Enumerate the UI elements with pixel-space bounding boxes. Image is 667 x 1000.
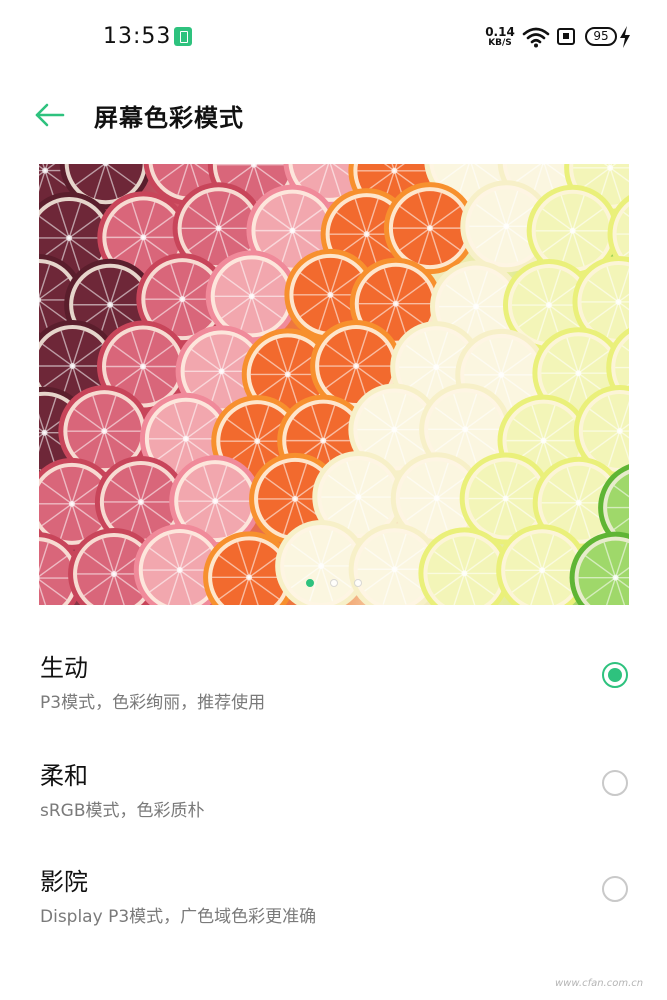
radio-unselected-icon[interactable] — [602, 876, 628, 902]
watermark: www.cfan.com.cn — [555, 978, 644, 989]
option-title: 生动 — [40, 654, 88, 682]
status-bar: 13:53 0.14 KB/S 95 — [0, 0, 667, 76]
mode-option-cinema[interactable]: 影院 Display P3模式，广色域色彩更准确 — [0, 862, 667, 962]
sim-icon — [557, 28, 575, 45]
option-title: 影院 — [40, 868, 88, 896]
option-description: P3模式，色彩绚丽，推荐使用 — [40, 693, 266, 713]
citrus-slices-photo — [39, 164, 629, 605]
wifi-icon — [522, 27, 550, 48]
option-description: sRGB模式，色彩质朴 — [40, 801, 205, 821]
network-speed-value: 0.14 — [485, 25, 515, 39]
network-speed: 0.14 KB/S — [484, 26, 516, 48]
pager-dot-1[interactable] — [306, 579, 314, 587]
page-title: 屏幕色彩模式 — [94, 104, 244, 132]
option-description: Display P3模式，广色域色彩更准确 — [40, 907, 317, 927]
radio-selected-icon[interactable] — [602, 662, 628, 688]
image-pager — [39, 572, 629, 591]
mode-option-gentle[interactable]: 柔和 sRGB模式，色彩质朴 — [0, 756, 667, 856]
mode-option-vivid[interactable]: 生动 P3模式，色彩绚丽，推荐使用 — [0, 648, 667, 748]
option-title: 柔和 — [40, 762, 88, 790]
battery-icon: 95 — [585, 27, 617, 46]
radio-unselected-icon[interactable] — [602, 770, 628, 796]
pager-dot-3[interactable] — [354, 579, 362, 587]
battery-saver-icon — [174, 27, 192, 46]
status-time: 13:53 — [103, 24, 172, 49]
charging-icon — [620, 26, 630, 48]
network-speed-unit: KB/S — [488, 38, 512, 48]
back-arrow-icon[interactable] — [34, 100, 66, 130]
app-header: 屏幕色彩模式 — [0, 86, 667, 146]
color-preview-image[interactable] — [39, 164, 629, 605]
pager-dot-2[interactable] — [330, 579, 338, 587]
